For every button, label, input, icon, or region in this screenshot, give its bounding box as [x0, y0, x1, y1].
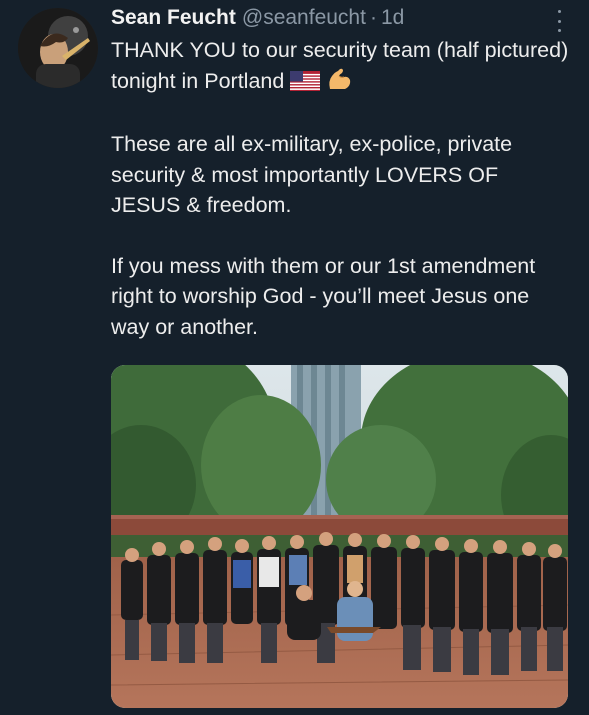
- timestamp[interactable]: 1d: [381, 6, 404, 30]
- tweet-paragraph-3: If you mess with them or our 1st amendme…: [111, 253, 536, 339]
- group-photo-image: [111, 365, 568, 708]
- tweet-photo[interactable]: [111, 365, 568, 708]
- tweet-paragraph-2: These are all ex-military, ex-police, pr…: [111, 132, 513, 217]
- tweet-header: Sean Feucht @seanfeucht · 1d: [111, 6, 404, 34]
- tweet-text: THANK YOU to our security team (half pic…: [111, 35, 571, 342]
- us-flag-icon: [290, 69, 321, 100]
- avatar[interactable]: [18, 8, 98, 88]
- user-handle[interactable]: @seanfeucht: [242, 6, 366, 30]
- flexed-biceps-icon: [326, 67, 352, 100]
- separator-dot: ·: [369, 6, 377, 29]
- tweet-paragraph-1: THANK YOU to our security team (half pic…: [111, 35, 571, 99]
- display-name[interactable]: Sean Feucht: [111, 6, 236, 30]
- avatar-image: [18, 8, 98, 88]
- more-options-icon[interactable]: [551, 10, 567, 32]
